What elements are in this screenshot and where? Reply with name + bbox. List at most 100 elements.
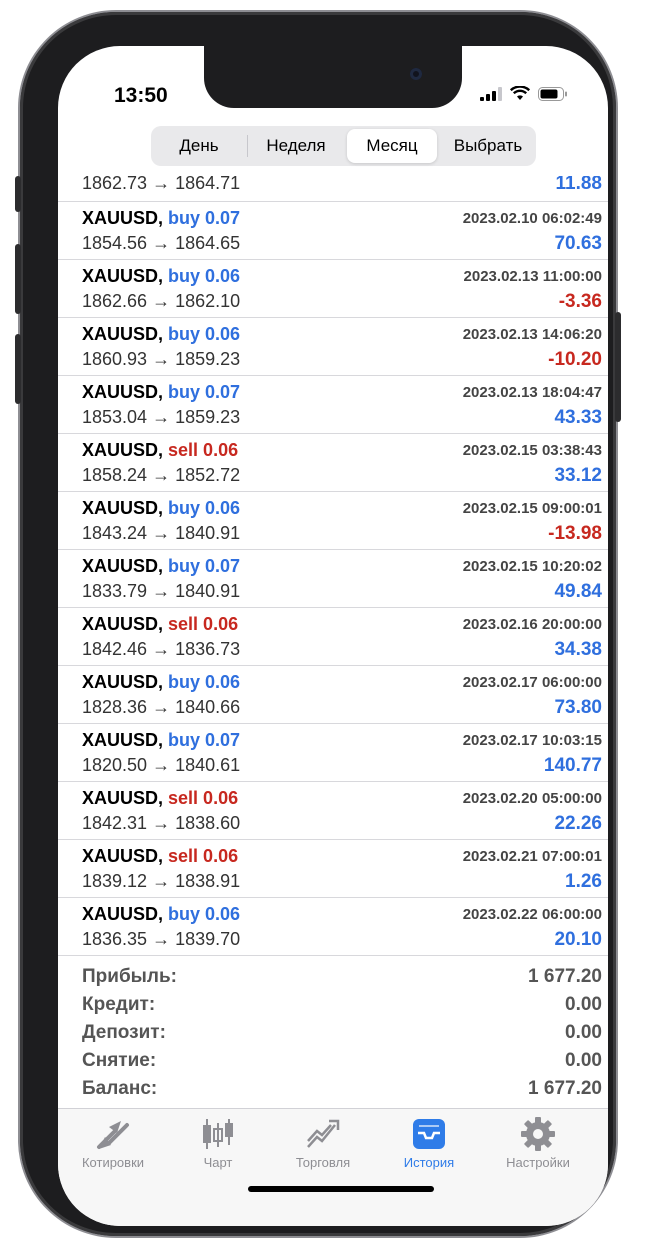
summary-row-deposit: Депозит: 0.00: [82, 1019, 602, 1047]
deal-prices: 1853.04 → 1859.23: [82, 407, 241, 427]
symbol-text: XAUUSD,: [82, 672, 164, 692]
deal-row[interactable]: XAUUSD, sell 0.06 2023.02.15 03:38:43 1858…: [58, 434, 608, 492]
tab-chart[interactable]: Чарт: [163, 1115, 273, 1170]
deal-profit: -10.20: [548, 349, 602, 370]
summary-value: 0.00: [565, 1050, 602, 1071]
summary-row-balance: Баланс: 1 677.20: [82, 1075, 602, 1103]
tab-history[interactable]: История: [374, 1115, 484, 1170]
deal-profit: 34.38: [554, 639, 602, 660]
deal-row[interactable]: XAUUSD, sell 0.06 2023.02.20 05:00:00 1842…: [58, 782, 608, 840]
deal-row[interactable]: XAUUSD, sell 0.06 2023.02.21 07:00:01 1839…: [58, 840, 608, 898]
period-segmented-control: День Неделя Месяц Выбрать: [151, 126, 536, 166]
quotes-arrows-icon: [97, 1121, 129, 1149]
deal-prices: 1820.50 → 1840.61: [82, 755, 241, 775]
summary-row-credit: Кредит: 0.00: [82, 991, 602, 1019]
bottom-tab-bar: Котировки Чарт Торговля История Настройк…: [58, 1108, 608, 1226]
deal-profit: 1.26: [565, 871, 602, 892]
power-button: [615, 312, 621, 422]
symbol-text: XAUUSD,: [82, 788, 164, 808]
deal-side-volume: buy 0.06: [168, 672, 241, 692]
history-inbox-icon: [413, 1119, 445, 1149]
symbol-text: XAUUSD,: [82, 498, 164, 518]
period-tab-custom[interactable]: Выбрать: [443, 129, 533, 163]
symbol-text: XAUUSD,: [82, 382, 164, 402]
deal-row[interactable]: XAUUSD, buy 0.06 2023.02.17 06:00:00 1828.…: [58, 666, 608, 724]
tab-label: Котировки: [81, 1155, 145, 1170]
summary-row-withdrawal: Снятие: 0.00: [82, 1047, 602, 1075]
settings-gear-icon: [521, 1117, 555, 1151]
deal-time: 2023.02.16 20:00:00: [462, 616, 602, 633]
deal-row[interactable]: XAUUSD, buy 0.06 2023.02.15 09:00:01 1843.…: [58, 492, 608, 550]
tab-label: История: [403, 1155, 455, 1170]
symbol-text: XAUUSD,: [82, 266, 164, 286]
deal-profit: -3.36: [558, 291, 602, 312]
symbol-text: XAUUSD,: [82, 440, 164, 460]
deal-symbol: XAUUSD, sell 0.06: [82, 788, 238, 809]
symbol-text: XAUUSD,: [82, 556, 164, 576]
summary-value: 0.00: [565, 1022, 602, 1043]
summary-label: Прибыль:: [82, 966, 177, 987]
period-tab-month[interactable]: Месяц: [347, 129, 437, 163]
deal-profit: 20.10: [554, 929, 602, 950]
deal-side-volume: sell 0.06: [168, 846, 239, 866]
deal-row[interactable]: XAUUSD, buy 0.06 2023.02.13 14:06:20 1860.…: [58, 318, 608, 376]
deal-side-volume: buy 0.06: [168, 904, 241, 924]
period-tab-day[interactable]: День: [154, 129, 244, 163]
deal-time: 2023.02.15 09:00:01: [462, 500, 602, 517]
deals-list[interactable]: 1862.73 → 1864.71 11.88 XAUUSD, buy 0.07…: [58, 176, 608, 957]
deal-symbol: XAUUSD, buy 0.07: [82, 556, 240, 577]
cellular-signal-icon: [480, 86, 502, 101]
deal-prices: 1842.46 → 1836.73: [82, 639, 241, 659]
home-indicator[interactable]: [248, 1186, 434, 1192]
period-tab-week[interactable]: Неделя: [251, 129, 341, 163]
deal-symbol: XAUUSD, buy 0.06: [82, 672, 240, 693]
battery-icon: [538, 86, 567, 101]
deal-prices: 1833.79 → 1840.91: [82, 581, 241, 601]
tab-label: Настройки: [506, 1155, 570, 1170]
tab-quotes[interactable]: Котировки: [58, 1115, 168, 1170]
deal-row-partial[interactable]: 1862.73 → 1864.71 11.88: [58, 176, 608, 202]
deal-symbol: XAUUSD, buy 0.06: [82, 498, 240, 519]
deal-row[interactable]: XAUUSD, buy 0.07 2023.02.13 18:04:47 1853.…: [58, 376, 608, 434]
deal-row[interactable]: XAUUSD, buy 0.07 2023.02.15 10:20:02 1833.…: [58, 550, 608, 608]
notch: [204, 46, 462, 108]
tab-label: Чарт: [203, 1155, 233, 1170]
summary-label: Снятие:: [82, 1050, 157, 1071]
volume-up-button: [15, 244, 21, 314]
deal-profit: 11.88: [555, 176, 603, 194]
deal-prices: 1862.73 → 1864.71: [82, 176, 241, 193]
app-screen: 13:50 День Неделя Месяц Выбрать 1862.73 …: [58, 46, 608, 1226]
deal-prices: 1854.56 → 1864.65: [82, 233, 241, 253]
deal-row[interactable]: XAUUSD, buy 0.06 2023.02.13 11:00:00 1862.…: [58, 260, 608, 318]
deal-profit: 22.26: [554, 813, 602, 834]
deal-row[interactable]: XAUUSD, buy 0.07 2023.02.10 06:02:49 1854.…: [58, 202, 608, 260]
deal-time: 2023.02.17 10:03:15: [462, 732, 602, 749]
deal-row[interactable]: XAUUSD, buy 0.07 2023.02.17 10:03:15 1820.…: [58, 724, 608, 782]
status-time: 13:50: [114, 84, 168, 107]
deal-time: 2023.02.22 06:00:00: [462, 906, 602, 923]
deals-container: XAUUSD, buy 0.07 2023.02.10 06:02:49 1854.…: [58, 202, 608, 956]
tab-trade[interactable]: Торговля: [268, 1115, 378, 1170]
tab-settings[interactable]: Настройки: [483, 1115, 593, 1170]
tab-label: Торговля: [295, 1155, 351, 1170]
deal-profit: 43.33: [554, 407, 602, 428]
deal-row[interactable]: XAUUSD, buy 0.06 2023.02.22 06:00:00 1836.…: [58, 898, 608, 956]
wifi-icon: [510, 86, 530, 100]
phone-frame: 13:50 День Неделя Месяц Выбрать 1862.73 …: [15, 12, 621, 1236]
deal-symbol: XAUUSD, buy 0.06: [82, 324, 240, 345]
symbol-text: XAUUSD,: [82, 904, 164, 924]
deal-profit: 140.77: [543, 755, 602, 776]
segment-divider: [247, 135, 248, 157]
deal-side-volume: buy 0.07: [168, 208, 241, 228]
deal-profit: 49.84: [554, 581, 602, 602]
deal-profit: 70.63: [554, 233, 602, 254]
deal-symbol: XAUUSD, buy 0.07: [82, 208, 240, 229]
deal-time: 2023.02.20 05:00:00: [462, 790, 602, 807]
deal-prices: 1842.31 → 1838.60: [82, 813, 241, 833]
deal-time: 2023.02.13 18:04:47: [462, 384, 602, 401]
symbol-text: XAUUSD,: [82, 846, 164, 866]
summary-row-profit: Прибыль: 1 677.20: [82, 963, 602, 991]
deal-prices: 1836.35 → 1839.70: [82, 929, 241, 949]
deal-symbol: XAUUSD, sell 0.06: [82, 440, 238, 461]
deal-row[interactable]: XAUUSD, sell 0.06 2023.02.16 20:00:00 1842…: [58, 608, 608, 666]
